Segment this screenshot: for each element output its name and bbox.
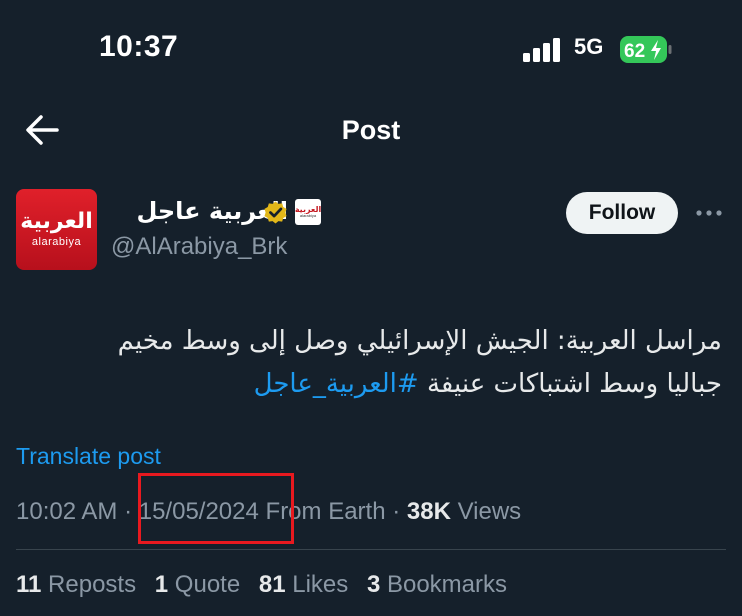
battery-icon: 62	[620, 36, 672, 63]
more-icon[interactable]	[694, 204, 724, 222]
date-highlight-box	[138, 473, 294, 544]
tweet-text: مراسل العربية: الجيش الإسرائيلي وصل إلى …	[22, 320, 722, 406]
avatar-logo-sub: alarabiya	[31, 236, 82, 248]
avatar[interactable]: العربية alarabiya	[16, 189, 97, 270]
tweet-line-2: جباليا وسط اشتباكات عنيفة #العربية_عاجل	[22, 363, 722, 406]
quotes-count: 1	[154, 571, 169, 598]
tweet-line-2-text: جباليا وسط اشتباكات عنيفة	[418, 369, 722, 399]
signal-icon	[523, 38, 560, 62]
verified-badge-icon	[264, 201, 287, 224]
divider	[16, 549, 726, 550]
status-time: 10:37	[99, 30, 179, 63]
likes-count: 81	[258, 571, 286, 598]
author-handle[interactable]: @AlArabiya_Brk	[111, 233, 287, 261]
quotes-label: Quote	[174, 571, 241, 598]
follow-button[interactable]: Follow	[566, 192, 678, 234]
likes-label: Likes	[292, 571, 349, 598]
reposts-count: 11	[16, 571, 42, 598]
bookmarks-count: 3	[366, 571, 381, 598]
battery-level: 62	[624, 41, 645, 62]
post-time: 10:02 AM	[16, 498, 118, 525]
translate-link[interactable]: Translate post	[16, 443, 161, 470]
reposts-label: Reposts	[48, 571, 137, 598]
bookmarks-stat[interactable]: 3 Bookmarks	[367, 571, 507, 598]
reposts-stat[interactable]: 11 Reposts	[16, 571, 136, 598]
network-type: 5G	[574, 34, 604, 59]
avatar-logo-text: العربية	[20, 209, 93, 234]
hashtag-link[interactable]: #العربية_عاجل	[254, 369, 419, 399]
tweet-line-1: مراسل العربية: الجيش الإسرائيلي وصل إلى …	[117, 326, 722, 356]
quotes-stat[interactable]: 1 Quote	[155, 571, 240, 598]
views-count: 38K	[406, 498, 451, 525]
page-title: Post	[341, 115, 401, 145]
affiliate-badge: العربية alarabiya	[295, 199, 321, 225]
views-label: Views	[457, 498, 522, 525]
affiliate-logo-sub: alarabiya	[299, 213, 317, 218]
post-stats: 11 Reposts 1 Quote 81 Likes 3 Bookmarks	[16, 571, 519, 599]
bookmarks-label: Bookmarks	[386, 571, 508, 598]
likes-stat[interactable]: 81 Likes	[259, 571, 348, 598]
